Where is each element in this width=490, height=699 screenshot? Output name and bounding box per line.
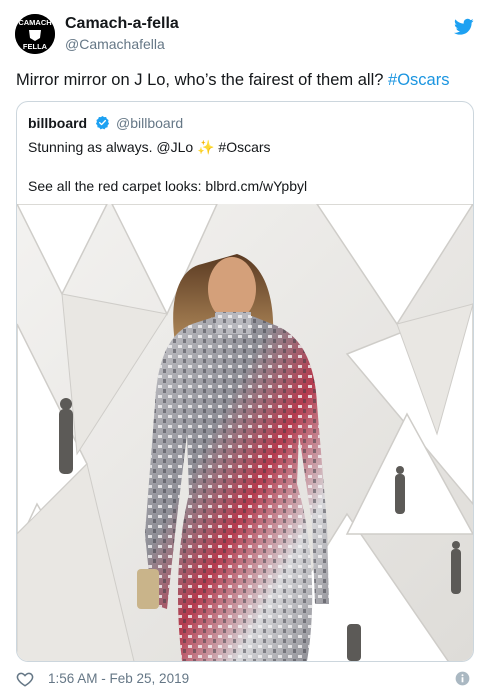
quoted-handle[interactable]: @billboard — [116, 115, 183, 131]
heart-icon[interactable] — [16, 670, 34, 688]
author-handle[interactable]: @Camachafella — [65, 36, 165, 52]
verified-badge-icon — [95, 115, 110, 130]
quoted-link-text[interactable]: See all the red carpet looks: blbrd.cm/w… — [28, 178, 307, 194]
tweet-footer: 1:56 AM - Feb 25, 2019 — [16, 670, 474, 690]
info-icon[interactable] — [455, 671, 470, 686]
quoted-tweet-photo[interactable] — [17, 204, 473, 661]
quoted-hashtag-link[interactable]: #Oscars — [218, 139, 270, 155]
quoted-display-name[interactable]: billboard — [28, 115, 87, 131]
avatar-text-top: CAMACH — [18, 18, 51, 27]
tweet-timestamp[interactable]: 1:56 AM - Feb 25, 2019 — [48, 671, 189, 686]
tweet-hashtag-link[interactable]: #Oscars — [388, 71, 449, 89]
author-display-name[interactable]: Camach-a-fella — [65, 15, 179, 33]
tweet-text: Mirror mirror on J Lo, who’s the fairest… — [16, 69, 476, 91]
avatar-text-bottom: FELLA — [23, 42, 48, 51]
twitter-bird-icon[interactable] — [454, 18, 474, 36]
quoted-text: Stunning as always. @JLo ✨ #Oscars — [28, 139, 271, 156]
quoted-tweet-card[interactable]: billboard @billboard Stunning as always.… — [16, 101, 474, 662]
quoted-text-body: Stunning as always. @JLo — [28, 139, 194, 155]
sparkles-emoji: ✨ — [197, 139, 215, 155]
embedded-tweet: CAMACH FELLA Camach-a-fella @Camachafell… — [0, 0, 490, 699]
author-avatar[interactable]: CAMACH FELLA — [15, 14, 55, 54]
tweet-body: Mirror mirror on J Lo, who’s the fairest… — [16, 71, 384, 89]
